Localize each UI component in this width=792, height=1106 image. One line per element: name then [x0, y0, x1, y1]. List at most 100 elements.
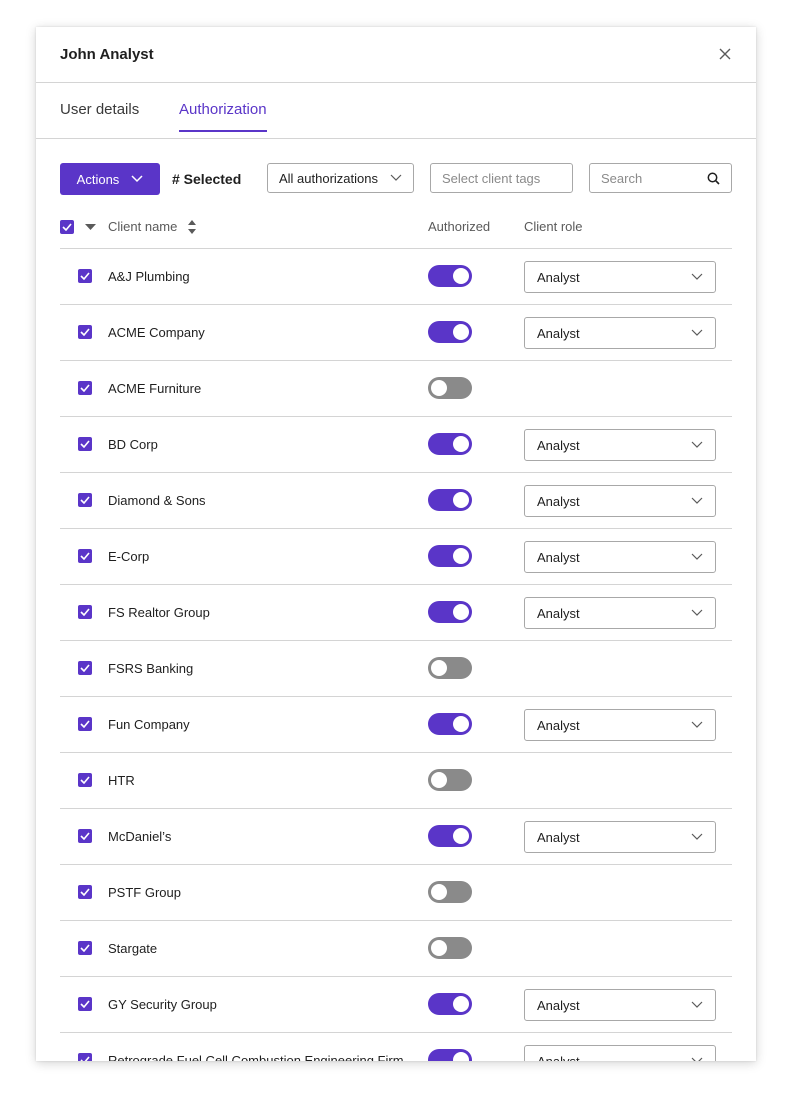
client-role-select[interactable]: Analyst [524, 317, 716, 349]
client-role-select[interactable]: Analyst [524, 485, 716, 517]
client-name: Fun Company [108, 717, 190, 732]
authorized-toggle[interactable] [428, 489, 472, 511]
chevron-down-icon [691, 273, 703, 280]
close-icon[interactable] [718, 47, 732, 61]
check-icon [62, 223, 72, 231]
client-role-value: Analyst [537, 997, 580, 1013]
chevron-down-icon [691, 553, 703, 560]
toggle-knob [431, 660, 447, 676]
authorized-toggle[interactable] [428, 377, 472, 399]
row-checkbox[interactable] [78, 885, 92, 899]
client-role-value: Analyst [537, 829, 580, 845]
check-icon [80, 1000, 90, 1008]
client-list: A&J Plumbing Analyst ACME Company Analyst AC… [60, 249, 732, 1061]
authorized-toggle[interactable] [428, 433, 472, 455]
authorized-toggle[interactable] [428, 713, 472, 735]
check-icon [80, 944, 90, 952]
check-icon [80, 608, 90, 616]
row-checkbox[interactable] [78, 605, 92, 619]
authorized-toggle[interactable] [428, 881, 472, 903]
client-role-select[interactable]: Analyst [524, 1045, 716, 1061]
row-checkbox[interactable] [78, 829, 92, 843]
toggle-knob [431, 380, 447, 396]
authorized-toggle[interactable] [428, 545, 472, 567]
row-checkbox[interactable] [78, 549, 92, 563]
check-icon [80, 832, 90, 840]
authorized-toggle[interactable] [428, 657, 472, 679]
client-name: FS Realtor Group [108, 605, 210, 620]
client-name: FSRS Banking [108, 661, 194, 676]
authorized-toggle[interactable] [428, 265, 472, 287]
row-checkbox[interactable] [78, 717, 92, 731]
authorized-toggle[interactable] [428, 321, 472, 343]
authorized-toggle[interactable] [428, 1049, 472, 1061]
client-name: HTR [108, 773, 135, 788]
chevron-down-icon [131, 175, 143, 183]
toggle-knob [431, 884, 447, 900]
sort-icon[interactable] [188, 220, 196, 234]
modal-title: John Analyst [60, 46, 154, 63]
check-icon [80, 776, 90, 784]
row-checkbox[interactable] [78, 437, 92, 451]
column-header-authorized: Authorized [428, 219, 491, 234]
check-icon [80, 384, 90, 392]
client-role-select[interactable]: Analyst [524, 989, 716, 1021]
toggle-knob [431, 940, 447, 956]
actions-button-label: Actions [76, 171, 120, 187]
client-tags-select[interactable]: Select client tags [430, 163, 573, 193]
row-checkbox[interactable] [78, 381, 92, 395]
authorized-toggle[interactable] [428, 769, 472, 791]
caret-down-icon[interactable] [85, 224, 96, 231]
toggle-knob [453, 716, 469, 732]
tab-authorization[interactable]: Authorization [179, 101, 267, 132]
client-role-value: Analyst [537, 437, 580, 453]
tab-user-details[interactable]: User details [60, 101, 139, 130]
search-input[interactable]: Search [589, 163, 732, 193]
client-name: PSTF Group [108, 885, 181, 900]
row-checkbox[interactable] [78, 325, 92, 339]
row-checkbox[interactable] [78, 493, 92, 507]
client-role-value: Analyst [537, 549, 580, 565]
search-icon[interactable] [707, 172, 720, 185]
check-icon [80, 552, 90, 560]
row-checkbox[interactable] [78, 941, 92, 955]
authorized-toggle[interactable] [428, 937, 472, 959]
client-role-select[interactable]: Analyst [524, 597, 716, 629]
table-row: Stargate [60, 921, 732, 977]
toggle-knob [453, 604, 469, 620]
row-checkbox[interactable] [78, 1053, 92, 1061]
client-role-value: Analyst [537, 269, 580, 285]
chevron-down-icon [691, 1001, 703, 1008]
table-row: A&J Plumbing Analyst [60, 249, 732, 305]
row-checkbox[interactable] [78, 773, 92, 787]
authorized-toggle[interactable] [428, 601, 472, 623]
authorized-toggle[interactable] [428, 825, 472, 847]
chevron-down-icon [691, 609, 703, 616]
authorized-toggle[interactable] [428, 993, 472, 1015]
column-header-client-name[interactable]: Client name [108, 219, 177, 234]
toolbar: Actions # Selected All authorizations Se… [36, 163, 756, 195]
toggle-knob [453, 828, 469, 844]
table-row: ACME Company Analyst [60, 305, 732, 361]
authorization-filter-select[interactable]: All authorizations [267, 163, 414, 193]
client-role-select[interactable]: Analyst [524, 541, 716, 573]
client-role-select[interactable]: Analyst [524, 709, 716, 741]
client-role-select[interactable]: Analyst [524, 821, 716, 853]
row-checkbox[interactable] [78, 269, 92, 283]
client-name: E-Corp [108, 549, 150, 564]
client-role-select[interactable]: Analyst [524, 261, 716, 293]
chevron-down-icon [691, 497, 703, 504]
client-name: Retrograde Fuel Cell Combustion Engineer… [108, 1053, 404, 1061]
client-name: BD Corp [108, 437, 158, 452]
row-checkbox[interactable] [78, 997, 92, 1011]
select-all-checkbox[interactable] [60, 220, 74, 234]
row-checkbox[interactable] [78, 661, 92, 675]
check-icon [80, 328, 90, 336]
client-role-select[interactable]: Analyst [524, 429, 716, 461]
table-row: ACME Furniture [60, 361, 732, 417]
check-icon [80, 440, 90, 448]
table-row: FSRS Banking [60, 641, 732, 697]
client-name: Diamond & Sons [108, 493, 206, 508]
actions-button[interactable]: Actions [60, 163, 160, 195]
table-header: Client name Authorized Client role [60, 208, 732, 249]
